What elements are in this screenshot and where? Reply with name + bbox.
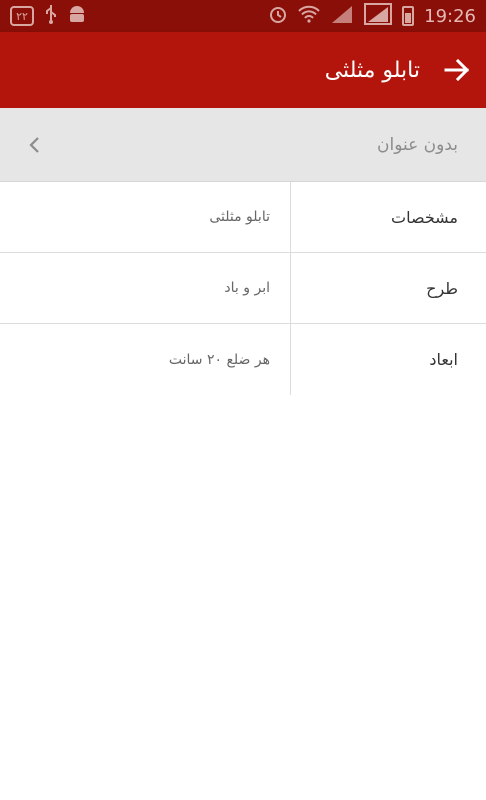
status-time: 19:26 xyxy=(424,5,476,27)
status-right-icons: 19:26 xyxy=(268,3,476,29)
usb-icon xyxy=(44,4,58,28)
status-left-icons: ۲۲ xyxy=(10,4,86,28)
table-row: ابعاد هر ضلع ۲۰ سانت xyxy=(0,324,486,395)
chevron-left-icon[interactable] xyxy=(28,135,44,155)
calendar-badge-icon: ۲۲ xyxy=(10,6,34,26)
android-icon xyxy=(68,4,86,28)
back-button[interactable] xyxy=(442,55,472,85)
spec-label: مشخصات xyxy=(290,182,486,252)
spec-value: هر ضلع ۲۰ سانت xyxy=(168,351,270,368)
table-row: مشخصات تابلو مثلثی xyxy=(0,182,486,253)
arrow-right-icon xyxy=(444,59,470,81)
section-header[interactable]: بدون عنوان xyxy=(0,108,486,182)
spec-label: ابعاد xyxy=(290,324,486,395)
battery-icon xyxy=(402,6,415,26)
spec-label: طرح xyxy=(290,253,486,323)
status-bar: ۲۲ 19:26 xyxy=(0,0,486,32)
signal-icon xyxy=(364,3,393,29)
spec-value: ابر و باد xyxy=(224,280,270,296)
spec-value: تابلو مثلثی xyxy=(209,209,270,225)
alarm-icon xyxy=(268,4,288,28)
app-bar: تابلو مثلثی xyxy=(0,32,486,108)
wifi-icon xyxy=(298,5,320,27)
table-row: طرح ابر و باد xyxy=(0,253,486,324)
page-title: تابلو مثلثی xyxy=(324,57,420,83)
section-title: بدون عنوان xyxy=(376,134,458,155)
signal-icon xyxy=(330,4,354,28)
spec-table: مشخصات تابلو مثلثی طرح ابر و باد ابعاد ه… xyxy=(0,182,486,395)
